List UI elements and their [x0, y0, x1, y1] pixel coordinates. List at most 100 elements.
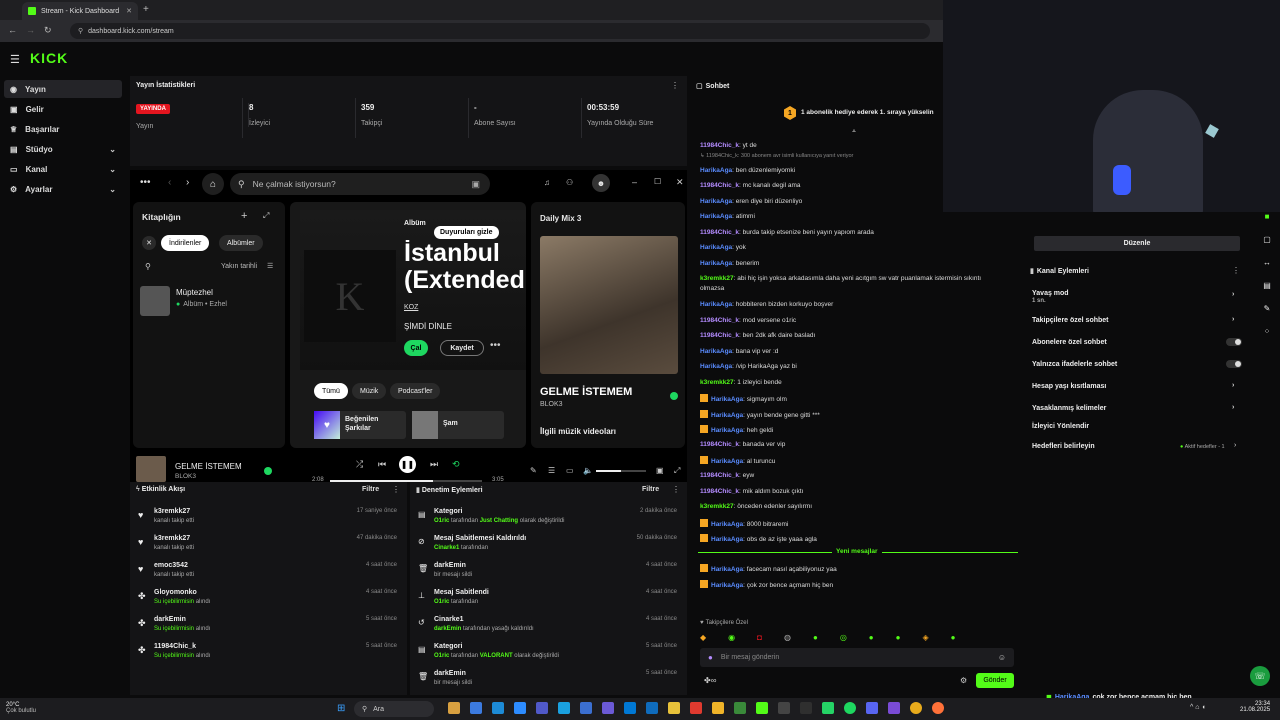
filter-downloaded[interactable]: İndirilenler — [161, 235, 210, 251]
album-artist[interactable]: KOZ — [404, 304, 418, 311]
taskbar-search[interactable]: ⚲ Ara — [354, 701, 434, 717]
sam-card[interactable]: Şam — [412, 411, 504, 439]
viewer-redirect-item[interactable]: İzleyici Yönlendir — [1032, 423, 1089, 430]
chat-message[interactable]: HarikaAga: hobbiteren bizden korkuyo boş… — [700, 301, 1020, 308]
banned-words-item[interactable]: Yasaklanmış kelimeler › — [1032, 404, 1234, 412]
moderation-action[interactable]: Mesaj Sabitlemesi Kaldırıldı — [434, 535, 526, 542]
pause-button[interactable]: ❚❚ — [399, 456, 416, 473]
liked-songs-card[interactable]: ♥ Beğenilen Şarkılar — [314, 411, 406, 439]
url-field[interactable]: ⚲ dashboard.kick.com/stream — [70, 23, 930, 39]
activity-row[interactable]: ✤ 11984Chic_k Su içebilirmisin alındı 5 saa… — [130, 643, 407, 667]
emoji-icon[interactable]: ☺ — [998, 653, 1006, 662]
moderation-action[interactable]: Mesaj Sabitlendi — [434, 589, 489, 596]
play-button[interactable]: Çal — [404, 340, 428, 356]
spotify-menu-icon[interactable]: ••• — [140, 177, 151, 188]
chat-message[interactable]: 11984Chic_k: eyw — [700, 472, 1020, 479]
more-options-icon[interactable]: ⋮ — [392, 485, 400, 494]
activity-user[interactable]: k3remkk27 — [154, 535, 190, 542]
sidebar-item-studyo[interactable]: ▤ Stüdyo ⌄ — [4, 140, 122, 158]
sidebar-item-yayin[interactable]: ◉ Yayın — [4, 80, 122, 98]
moderation-action[interactable]: Cinarke1 — [434, 616, 464, 623]
new-tab-icon[interactable]: + — [143, 4, 149, 15]
moderation-row[interactable]: ⊥ Mesaj Sabitlendi O1ric tarafından 4 saat … — [410, 589, 687, 613]
store-icon[interactable] — [624, 702, 636, 714]
support-chat-icon[interactable]: ☏ — [1250, 666, 1270, 686]
emote-icon[interactable]: ● — [951, 633, 956, 643]
daily-mix-title[interactable]: Daily Mix 3 — [540, 214, 581, 223]
moderation-action[interactable]: Kategori — [434, 508, 462, 515]
emote-icon[interactable]: ◆ — [700, 633, 706, 643]
followers-chat-item[interactable]: Takipçilere özel sohbet › — [1032, 316, 1234, 324]
more-options-icon[interactable]: ⋮ — [671, 81, 679, 90]
chevron-right-icon[interactable]: › — [1234, 442, 1236, 449]
chat-message[interactable]: 11984Chic_k: burda takip etsenize beni y… — [700, 229, 1020, 236]
emote-icon[interactable]: ◉ — [728, 633, 735, 643]
emote-icon[interactable]: ● — [813, 633, 818, 643]
emote-icon[interactable]: ◍ — [784, 633, 791, 643]
chip-music[interactable]: Müzik — [352, 383, 387, 399]
rail-icon[interactable]: ▤ — [1263, 281, 1271, 290]
volume-icon[interactable]: 🔈 — [583, 466, 593, 475]
chat-message[interactable]: HarikaAga: al turuncu — [700, 456, 1020, 465]
volume-slider[interactable] — [596, 470, 646, 472]
save-button[interactable]: Kaydet — [440, 340, 484, 356]
rail-icon[interactable]: ■ — [1265, 212, 1270, 221]
activity-row[interactable]: ♥ k3remkk27 kanalı takip etti 17 saniye önc… — [130, 508, 407, 532]
moderation-row[interactable]: ⊘ Mesaj Sabitlemesi Kaldırıldı Cinarke1 ta… — [410, 535, 687, 559]
mix-artist[interactable]: BLOK3 — [540, 401, 563, 408]
discord-icon[interactable] — [866, 702, 878, 714]
activity-user[interactable]: emoc3542 — [154, 562, 188, 569]
wrench-icon[interactable]: ✎ — [1264, 304, 1271, 313]
forward-icon[interactable]: › — [186, 177, 189, 188]
app-icon[interactable] — [448, 702, 460, 714]
chip-podcasts[interactable]: Podcast'ler — [390, 383, 441, 399]
activity-row[interactable]: ✤ darkEmin Su içebilirmisin alındı 5 saat ö… — [130, 616, 407, 640]
set-goals-item[interactable]: Hedefleri belirleyin — [1032, 443, 1095, 450]
track-title[interactable]: GELME İSTEMEM — [175, 462, 242, 471]
more-options-icon[interactable]: ••• — [490, 340, 501, 351]
browser-tab[interactable]: Stream - Kick Dashboard ✕ — [22, 2, 138, 20]
lyrics-icon[interactable]: ✎ — [530, 466, 537, 475]
close-icon[interactable]: ✕ — [676, 177, 684, 188]
outlook-icon[interactable] — [646, 702, 658, 714]
devices-icon[interactable]: ▭ — [566, 466, 574, 475]
chat-message[interactable]: olmazsa — [700, 285, 1020, 292]
expand-icon[interactable]: ⤢ — [263, 211, 269, 221]
weather-widget[interactable]: 20°C Çok bulutlu — [6, 702, 36, 714]
whatsapp-icon[interactable] — [822, 702, 834, 714]
list-view-icon[interactable]: ☰ — [267, 262, 273, 270]
moderation-row[interactable]: 🗑 darkEmin bir mesajı sildi 5 saat önce — [410, 670, 687, 694]
edit-button[interactable]: Düzenle — [1034, 236, 1240, 251]
app-icon[interactable] — [734, 702, 746, 714]
vscode-icon[interactable] — [470, 702, 482, 714]
filter-button[interactable]: Filtre — [362, 486, 379, 493]
avatar[interactable]: ☻ — [592, 174, 610, 192]
emote-icon[interactable]: ● — [896, 633, 901, 643]
moderation-row[interactable]: ↺ Cinarke1 darkEmin tarafından yasağı kald… — [410, 616, 687, 640]
chat-message[interactable]: HarikaAga: çok zor bence açmam hiç ben — [700, 580, 1020, 589]
activity-user[interactable]: 11984Chic_k — [154, 643, 196, 650]
spotify-search-input[interactable]: ⚲ Ne çalmak istiyorsun? ▣ — [230, 173, 490, 195]
chat-message[interactable]: HarikaAga: yok — [700, 244, 1020, 251]
now-playing-cover[interactable] — [136, 456, 166, 482]
sidebar-item-kanal[interactable]: ▭ Kanal ⌄ — [4, 160, 122, 178]
moderation-action[interactable]: darkEmin — [434, 670, 466, 677]
clock[interactable]: 23:34 21.08.2025 — [1240, 701, 1270, 713]
activity-row[interactable]: ✤ Gloyomonko Su içebilirmisin alındı 4 saat… — [130, 589, 407, 613]
points-icon[interactable]: ✤∞ — [704, 676, 716, 685]
chat-rail-icon[interactable]: ▢ — [1263, 235, 1271, 244]
age-restrict-item[interactable]: Hesap yaşı kısıtlaması › — [1032, 382, 1234, 390]
repeat-icon[interactable]: ⟲ — [452, 459, 460, 470]
album-art[interactable]: K — [304, 250, 396, 342]
slow-mode-item[interactable]: Yavaş mod 1 sn. › — [1032, 290, 1234, 304]
chat-settings-icon[interactable]: ⚙ — [960, 676, 967, 685]
sort-label[interactable]: Yakın tarihli — [221, 263, 257, 270]
sidebar-item-gelir[interactable]: ▣ Gelir — [4, 100, 122, 118]
activity-row[interactable]: ♥ emoc3542 kanalı takip etti 4 saat önce — [130, 562, 407, 586]
mix-song-title[interactable]: GELME İSTEMEM — [540, 386, 632, 398]
pin-collapse-icon[interactable]: ⩡ — [852, 128, 856, 136]
app-icon[interactable] — [778, 702, 790, 714]
kick-app-icon[interactable] — [756, 702, 768, 714]
moderation-row[interactable]: ▤ Kategori O1ric tarafından VALORANT olara… — [410, 643, 687, 667]
chat-input[interactable]: ● Bir mesaj gönderin ☺ — [700, 648, 1014, 667]
